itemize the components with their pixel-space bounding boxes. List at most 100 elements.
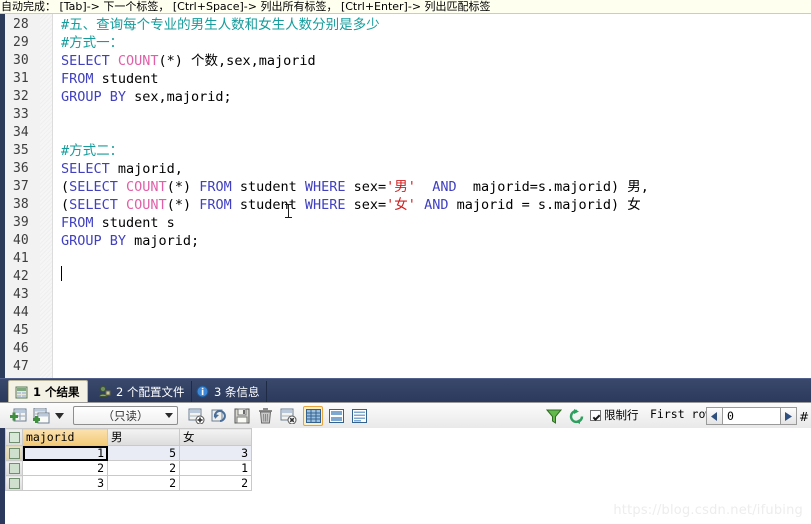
code-line[interactable] — [53, 340, 61, 358]
row-select-cell[interactable] — [5, 475, 23, 491]
code-line[interactable]: #方式一： — [53, 34, 123, 52]
refresh-icon[interactable] — [567, 406, 587, 426]
first-row-prev-button[interactable] — [706, 407, 723, 425]
info-icon — [196, 385, 209, 398]
line-number: 33 — [13, 107, 29, 122]
table-cell[interactable]: 2 — [179, 475, 252, 491]
edit-mode-select[interactable]: （只读） — [73, 406, 178, 425]
row-select-box[interactable] — [8, 448, 20, 459]
autocomplete-hint-bar: 自动完成： [Tab]-> 下一个标签， [Ctrl+Space]-> 列出所有… — [0, 0, 811, 14]
code-line[interactable]: (SELECT COUNT(*) FROM student WHERE sex=… — [53, 196, 641, 214]
code-line[interactable] — [53, 304, 61, 322]
code-line[interactable]: #方式二： — [53, 142, 123, 160]
limit-rows-checkbox[interactable]: 限制行 — [590, 407, 639, 423]
line-number: 32 — [13, 89, 29, 104]
code-line[interactable] — [53, 286, 61, 304]
table-cell[interactable]: 2 — [107, 475, 180, 491]
code-line[interactable]: GROUP BY sex,majorid; — [53, 88, 232, 106]
code-token: student — [239, 179, 305, 195]
select-all-box[interactable] — [8, 432, 20, 443]
discard-changes-button[interactable] — [278, 406, 298, 426]
code-token: COUNT — [126, 197, 167, 213]
autocomplete-hint-text: 自动完成： [Tab]-> 下一个标签， [Ctrl+Space]-> 列出所有… — [1, 0, 491, 13]
row-select-cell[interactable] — [5, 460, 23, 476]
first-row-next-button[interactable] — [780, 407, 797, 425]
code-line[interactable]: GROUP BY majorid; — [53, 232, 199, 250]
first-row-stepper[interactable]: 0 — [706, 407, 797, 425]
code-token: sex= — [353, 179, 387, 195]
limit-rows-checkbox-box[interactable] — [590, 409, 601, 421]
table-cell[interactable]: 1 — [22, 445, 108, 461]
table-cell[interactable]: 3 — [22, 475, 108, 491]
code-token: #方式一： — [61, 35, 124, 51]
table-cell[interactable]: 2 — [107, 460, 180, 476]
code-line[interactable] — [53, 322, 61, 340]
table-row[interactable]: 221 — [5, 460, 252, 476]
tab-messages[interactable]: 3 条信息 — [190, 381, 268, 402]
code-line[interactable]: FROM student — [53, 70, 159, 88]
column-header[interactable]: majorid — [22, 428, 108, 446]
result-table[interactable]: majorid 男女 1 5 3 2 2 1 3 2 2 — [5, 428, 252, 491]
line-number: 43 — [13, 287, 29, 302]
first-row-label: First row — [650, 407, 713, 421]
code-line[interactable] — [53, 250, 61, 268]
line-number: 46 — [13, 341, 29, 356]
line-number: 29 — [13, 35, 29, 50]
insert-record-button[interactable] — [8, 406, 28, 426]
profile-icon — [98, 385, 111, 398]
code-line[interactable] — [53, 358, 61, 376]
code-line[interactable] — [53, 106, 61, 124]
view-grid-button[interactable] — [303, 406, 323, 426]
code-line[interactable]: (SELECT COUNT(*) FROM student WHERE sex=… — [53, 178, 649, 196]
apply-changes-button[interactable] — [186, 406, 206, 426]
code-line[interactable]: #五、查询每个专业的男生人数和女生人数分别是多少 — [53, 16, 380, 34]
table-row[interactable]: 153 — [5, 445, 252, 461]
row-select-box[interactable] — [8, 463, 20, 474]
code-line[interactable]: SELECT COUNT(*) 个数,sex,majorid — [53, 52, 316, 70]
code-token: (*) — [166, 197, 200, 213]
code-line[interactable]: FROM student s — [53, 214, 175, 232]
code-token: (*) — [166, 179, 200, 195]
code-token: WHERE — [304, 179, 354, 195]
code-token: majorid = s.majorid) 女 — [456, 197, 641, 213]
code-token: ( — [61, 197, 70, 213]
table-cell[interactable]: 1 — [179, 460, 252, 476]
code-line[interactable] — [53, 124, 61, 142]
column-header[interactable]: 女 — [179, 428, 252, 446]
column-header[interactable]: 男 — [107, 428, 180, 446]
code-token: student — [101, 71, 159, 87]
delete-record-button[interactable] — [255, 406, 275, 426]
filter-icon[interactable] — [544, 406, 564, 426]
sql-editor[interactable]: 28 29 30 31 32 33 34 35 36 37 38 39 40 41 42 43 44 45 46 47… — [0, 14, 811, 378]
row-count-hash-label[interactable]: # — [799, 410, 809, 424]
table-row[interactable]: 322 — [5, 475, 252, 491]
table-cell[interactable]: 2 — [22, 460, 108, 476]
table-cell[interactable]: 5 — [107, 445, 180, 461]
result-grid-icon — [15, 386, 28, 399]
view-form-button[interactable] — [326, 406, 346, 426]
code-token: FROM — [199, 179, 240, 195]
code-token: FROM — [199, 197, 240, 213]
duplicate-record-button[interactable] — [31, 406, 51, 426]
tab-profiles[interactable]: 2 个配置文件 — [92, 381, 193, 402]
tab-results[interactable]: 1 个结果 — [8, 380, 88, 403]
code-line[interactable] — [53, 268, 61, 286]
text-caret — [61, 266, 62, 281]
view-text-button[interactable] — [349, 406, 369, 426]
code-line[interactable]: SELECT majorid, — [53, 160, 183, 178]
select-all-cell[interactable] — [5, 428, 23, 446]
row-select-box[interactable] — [8, 478, 20, 489]
refresh-record-button[interactable] — [209, 406, 229, 426]
sql-code-area[interactable]: #五、查询每个专业的男生人数和女生人数分别是多少 #方式一： SELECT COUN… — [53, 14, 811, 378]
line-number: 31 — [13, 71, 29, 86]
limit-rows-label: 限制行 — [604, 408, 639, 422]
line-number-gutter: 28 29 30 31 32 33 34 35 36 37 38 39 40 41 42 43 44 45 46 47… — [5, 14, 53, 378]
line-number: 44 — [13, 305, 29, 320]
line-number: 47 — [13, 359, 29, 374]
first-row-input[interactable]: 0 — [723, 407, 780, 425]
code-token: SELECT — [61, 161, 118, 177]
toolbar-dropdown-button[interactable] — [53, 406, 65, 426]
row-select-cell[interactable] — [5, 445, 23, 461]
table-cell[interactable]: 3 — [179, 445, 252, 461]
save-record-button[interactable] — [232, 406, 252, 426]
